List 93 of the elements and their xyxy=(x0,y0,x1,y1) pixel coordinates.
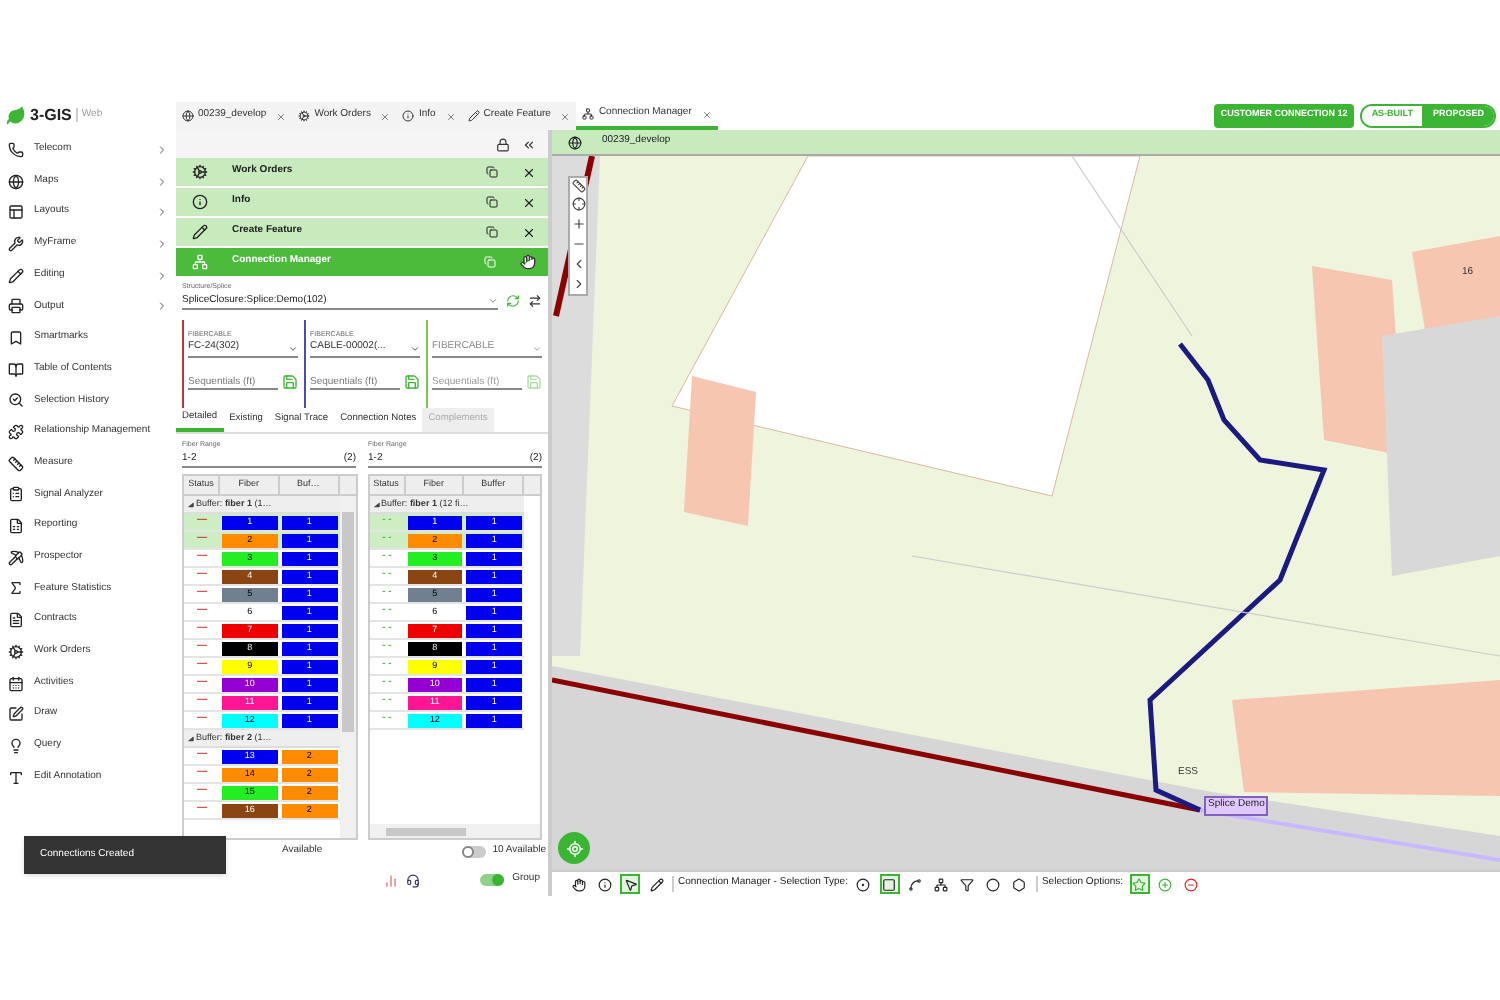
polygon-icon xyxy=(1012,877,1027,891)
swap-icon[interactable] xyxy=(528,294,542,309)
network-icon xyxy=(934,877,949,891)
chevron-icon xyxy=(156,175,168,188)
network-icon xyxy=(192,254,208,270)
hand-pointer-icon xyxy=(520,254,536,270)
remove-icon xyxy=(1184,877,1199,891)
tool-button[interactable] xyxy=(568,874,588,894)
scrollbar[interactable] xyxy=(369,824,540,838)
info-icon xyxy=(402,110,415,122)
pencil-icon xyxy=(467,110,480,122)
logo-text: 3-GIS xyxy=(30,103,72,127)
gear-icon xyxy=(298,110,311,122)
chevron-icon xyxy=(156,206,168,219)
gear-icon xyxy=(8,643,24,660)
tool-button[interactable] xyxy=(620,874,640,894)
calendar-icon xyxy=(8,675,24,692)
info-icon xyxy=(597,877,611,891)
tool-button[interactable] xyxy=(879,874,900,894)
back-icon[interactable] xyxy=(571,254,585,274)
printer-icon xyxy=(8,298,24,315)
circle-icon xyxy=(986,877,1001,891)
network-icon xyxy=(582,108,595,120)
rectangle-icon xyxy=(882,877,897,891)
close-icon[interactable] xyxy=(522,195,536,209)
caret-icon xyxy=(288,343,298,353)
chevron-icon xyxy=(156,143,168,156)
lightbulb-icon xyxy=(8,737,24,754)
sigma-icon xyxy=(8,580,24,597)
copy-icon[interactable] xyxy=(486,226,498,238)
wrench-icon xyxy=(8,235,24,252)
book-icon xyxy=(8,361,24,378)
tool-button[interactable] xyxy=(957,874,978,894)
tool-button[interactable] xyxy=(853,874,874,894)
globe-icon xyxy=(8,173,24,190)
pencil-icon xyxy=(649,877,663,891)
gear-icon xyxy=(192,164,208,180)
filter-icon xyxy=(960,877,975,891)
star-icon xyxy=(1132,877,1147,891)
headset-icon[interactable] xyxy=(406,873,420,887)
toggle-switch[interactable] xyxy=(462,846,487,858)
close-icon[interactable] xyxy=(522,225,536,239)
tool-button[interactable] xyxy=(1009,874,1030,894)
add-icon xyxy=(1158,877,1173,891)
toggle-switch[interactable] xyxy=(480,874,505,886)
tool-button[interactable] xyxy=(931,874,952,894)
tool-button[interactable] xyxy=(905,874,926,894)
hand-icon xyxy=(571,877,585,891)
copy-icon[interactable] xyxy=(486,196,498,208)
ruler-icon xyxy=(8,455,24,472)
edit-icon xyxy=(8,706,24,723)
target-icon xyxy=(565,839,583,857)
locate-icon[interactable] xyxy=(571,194,585,214)
caret-icon xyxy=(532,343,542,353)
tool-button[interactable] xyxy=(594,874,614,894)
chevron-icon xyxy=(156,269,168,282)
lock-icon[interactable] xyxy=(496,137,510,151)
caret-icon xyxy=(488,295,498,306)
search-icon xyxy=(8,392,24,409)
close-icon[interactable] xyxy=(522,165,536,179)
tool-button[interactable] xyxy=(646,874,666,894)
collapse-icon[interactable] xyxy=(188,501,194,507)
bookmark-icon xyxy=(8,329,24,346)
document-icon xyxy=(8,612,24,629)
forward-icon[interactable] xyxy=(571,274,585,294)
point-icon xyxy=(856,877,871,891)
text-icon xyxy=(8,769,24,786)
puzzle-icon xyxy=(8,424,24,441)
phone-icon xyxy=(8,141,24,158)
line-icon xyxy=(908,877,923,891)
caret-icon xyxy=(410,343,420,353)
chevron-icon xyxy=(156,237,168,250)
pickaxe-icon xyxy=(8,549,24,566)
tool-button[interactable] xyxy=(983,874,1004,894)
collapse-icon[interactable] xyxy=(188,735,194,741)
logo-icon xyxy=(6,105,26,125)
ruler-icon[interactable] xyxy=(571,178,585,194)
collapse-icon[interactable] xyxy=(522,137,536,151)
info-icon xyxy=(192,194,208,210)
pencil-icon xyxy=(8,267,24,284)
save-icon[interactable] xyxy=(404,374,420,390)
pencil-icon xyxy=(192,224,208,240)
pointer-icon xyxy=(623,877,637,891)
globe-icon xyxy=(182,110,194,122)
spreadsheet-icon xyxy=(8,518,24,535)
chevron-icon xyxy=(156,300,168,313)
refresh-icon[interactable] xyxy=(506,294,520,309)
copy-icon[interactable] xyxy=(486,166,498,178)
collapse-icon[interactable] xyxy=(373,501,379,507)
layout-icon xyxy=(8,204,24,221)
globe-icon xyxy=(568,135,582,149)
clipboard-icon xyxy=(8,486,24,503)
save-icon[interactable] xyxy=(282,374,298,390)
